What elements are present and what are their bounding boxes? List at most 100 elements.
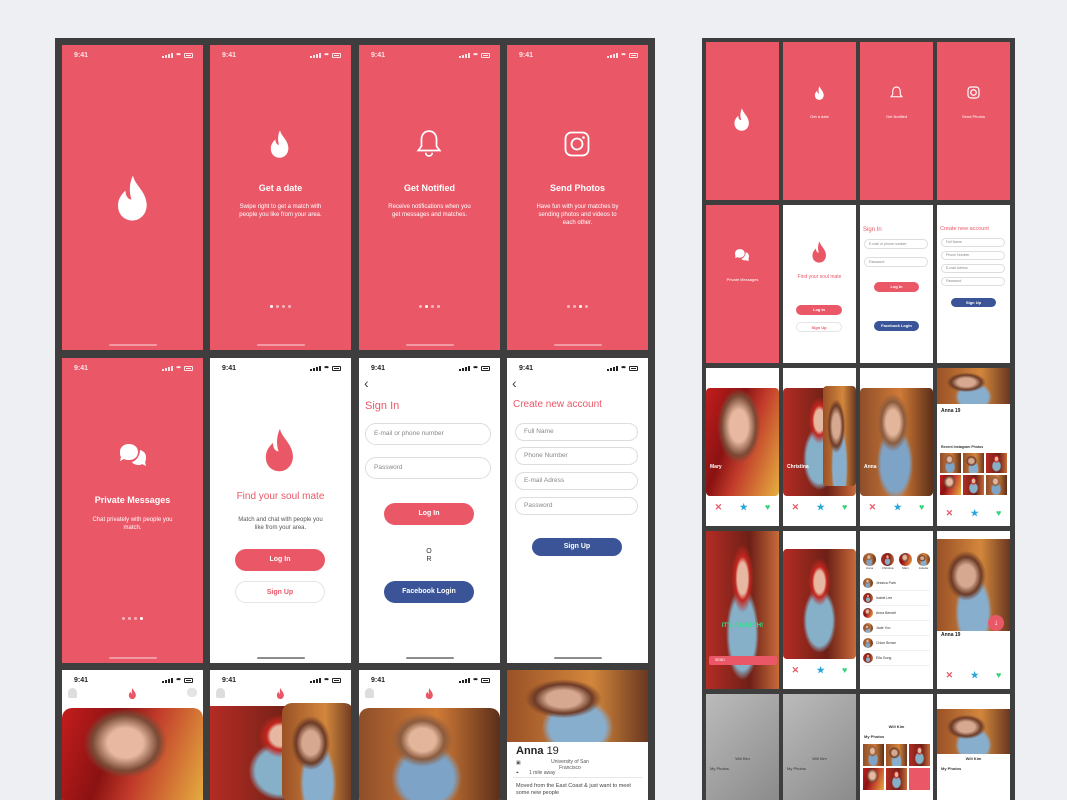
instagram-grid[interactable]	[940, 453, 1007, 495]
dislike-icon[interactable]: ✕	[946, 670, 954, 681]
profile-card-front[interactable]	[282, 703, 351, 800]
chat-name: Ella Gong	[876, 656, 892, 660]
mini-card-photo[interactable]	[860, 388, 933, 496]
profile-icon[interactable]	[68, 688, 77, 698]
signup-button[interactable]: Sign Up	[235, 581, 325, 603]
match-avatar-name: Christina	[881, 566, 894, 570]
mini-swipe-mary: Mary ✕ ★ ♥	[706, 368, 779, 526]
status-time: 9:41	[371, 677, 386, 684]
superlike-icon[interactable]: ★	[817, 665, 825, 676]
login-button[interactable]: Log In	[235, 549, 325, 571]
mini-signin: Sign In E-mail or phone number Password …	[860, 205, 933, 363]
flame-tab-icon[interactable]	[128, 688, 137, 699]
profile-card-photo[interactable]	[62, 708, 203, 800]
bell-icon	[890, 86, 903, 98]
messages-tab-icon[interactable]	[187, 688, 197, 697]
mini-login-button[interactable]: Log In	[796, 305, 842, 315]
flame-logo-icon	[734, 108, 749, 131]
match-avatar-name: Anna	[865, 566, 873, 570]
school-icon: ▣	[516, 760, 521, 766]
mini-facebook-button[interactable]: Facebook Login	[874, 321, 919, 331]
page-dots[interactable]	[359, 305, 500, 308]
mini-phone-field[interactable]: Phone Number	[941, 251, 1005, 260]
like-icon[interactable]: ♥	[842, 502, 847, 513]
status-time: 9:41	[222, 365, 237, 372]
onboard-photos-screen: 9:41 Send Photos Have fun with your matc…	[507, 45, 648, 350]
dislike-icon[interactable]: ✕	[869, 502, 877, 513]
dislike-icon[interactable]: ✕	[792, 502, 800, 513]
match-title: IT'S A MATCH!	[721, 623, 764, 629]
chat-row[interactable]: Ella Gong	[863, 651, 930, 666]
welcome-desc: Match and chat with people you like from…	[238, 517, 323, 531]
page-dots[interactable]	[62, 617, 203, 620]
mini-card-photo[interactable]	[706, 388, 779, 496]
password-field[interactable]: Password	[515, 497, 638, 515]
collapse-arrow-icon[interactable]: ↓	[988, 615, 1004, 631]
superlike-icon[interactable]: ★	[817, 502, 825, 513]
dislike-icon[interactable]: ✕	[715, 502, 723, 513]
flame-logo-icon	[265, 428, 293, 472]
mini-card-name: Anna	[864, 464, 877, 470]
flame-tab-icon[interactable]	[425, 688, 434, 699]
profile-icon[interactable]	[216, 688, 225, 698]
chat-list[interactable]: Jessica Park Isabel Lee Anna Bendel Jade Yo…	[863, 576, 930, 666]
like-icon[interactable]: ♥	[765, 502, 770, 513]
mini-login-button[interactable]: Log In	[874, 282, 919, 292]
dislike-icon[interactable]: ✕	[792, 665, 800, 676]
chat-row[interactable]: Jade Yoo	[863, 621, 930, 636]
profile-card-photo[interactable]	[359, 708, 500, 800]
mini-signup-button[interactable]: Sign Up	[951, 298, 996, 307]
chat-bubbles-icon	[735, 249, 749, 261]
match-avatar[interactable]: Christina	[881, 553, 894, 570]
match-avatar[interactable]: Anna	[863, 553, 876, 570]
like-icon[interactable]: ♥	[919, 502, 924, 513]
mini-signup-button[interactable]: Sign Up	[796, 322, 842, 332]
chat-row[interactable]: Jessica Park	[863, 576, 930, 591]
onboard-title: Get a date	[258, 183, 303, 193]
facebook-login-button[interactable]: Facebook Login	[384, 581, 474, 603]
chat-row[interactable]: Chloe Brown	[863, 636, 930, 651]
page-dots[interactable]	[507, 305, 648, 308]
email-field[interactable]: E-mail or phone number	[365, 423, 491, 445]
email-field[interactable]: E-mail Adress	[515, 472, 638, 490]
superlike-icon[interactable]: ★	[971, 508, 979, 519]
page-dots[interactable]	[210, 305, 351, 308]
mini-profile-detail: Anna 19 Recent Instagram Photos ✕ ★ ♥	[937, 368, 1010, 526]
dislike-icon[interactable]: ✕	[946, 508, 954, 519]
login-button[interactable]: Log In	[384, 503, 474, 525]
phone-field[interactable]: Phone Number	[515, 447, 638, 465]
back-chevron-icon[interactable]: ‹	[512, 375, 517, 391]
back-chevron-icon[interactable]: ‹	[364, 375, 369, 391]
match-avatars[interactable]: Anna Christina Mary Juliette	[863, 553, 930, 570]
chat-row[interactable]: Anna Bendel	[863, 606, 930, 621]
mini-card-photo[interactable]	[783, 549, 856, 659]
chat-name: Chloe Brown	[876, 641, 897, 645]
status-time: 9:41	[74, 677, 89, 684]
chat-row[interactable]: Isabel Lee	[863, 591, 930, 606]
mini-email-field[interactable]: E-mail or phone number	[864, 239, 928, 249]
mini-email-field[interactable]: E-mail Adress	[941, 264, 1005, 273]
password-field[interactable]: Password	[365, 457, 491, 479]
signup-button[interactable]: Sign Up	[532, 538, 622, 556]
create-account-screen: 9:41 ‹ Create new account Full Name Phon…	[507, 358, 648, 663]
superlike-icon[interactable]: ★	[894, 502, 902, 513]
profile-icon[interactable]	[365, 688, 374, 698]
superlike-icon[interactable]: ★	[971, 670, 979, 681]
mini-fullname-field[interactable]: Full Name	[941, 238, 1005, 247]
flame-logo-icon	[812, 241, 826, 263]
flame-tab-icon[interactable]	[276, 688, 285, 699]
send-button[interactable]: SEND	[709, 656, 777, 665]
like-icon[interactable]: ♥	[996, 508, 1001, 519]
superlike-icon[interactable]: ★	[740, 502, 748, 513]
match-avatar[interactable]: Mary	[899, 553, 912, 570]
onboard-desc: Chat privately with people you match.	[92, 517, 173, 531]
like-icon[interactable]: ♥	[842, 665, 847, 676]
mini-title: Sign In	[863, 227, 882, 233]
mini-onboard-photos: Send Photos	[937, 42, 1010, 200]
photo-grid[interactable]	[863, 744, 930, 790]
mini-password-field[interactable]: Password	[864, 257, 928, 267]
match-avatar[interactable]: Juliette	[917, 553, 930, 570]
mini-password-field[interactable]: Password	[941, 277, 1005, 286]
like-icon[interactable]: ♥	[996, 670, 1001, 681]
fullname-field[interactable]: Full Name	[515, 423, 638, 441]
